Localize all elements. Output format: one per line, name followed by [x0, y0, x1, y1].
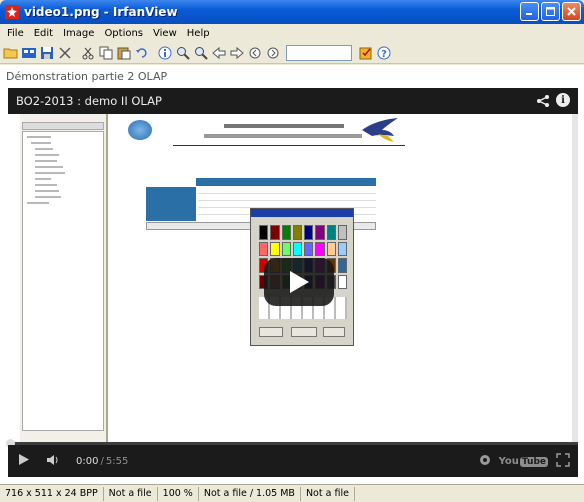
status-file-extra: Not a file [301, 486, 355, 501]
palette-swatch [270, 241, 280, 256]
first-icon[interactable] [246, 44, 263, 62]
palette-help-button [323, 327, 345, 337]
slide-scrollbar [572, 114, 578, 442]
volume-button[interactable] [46, 454, 62, 469]
university-logo [128, 120, 152, 140]
slideshow-icon[interactable] [357, 44, 374, 62]
menu-edit[interactable]: Edit [29, 28, 58, 39]
save-icon[interactable] [38, 44, 55, 62]
paste-icon[interactable] [115, 44, 132, 62]
youtube-logo-you: You [498, 456, 519, 467]
menu-options[interactable]: Options [99, 28, 148, 39]
palette-swatch [337, 274, 347, 289]
palette-swatch [281, 241, 291, 256]
player-controls: 0:00 / 5:55 You Tube [8, 445, 578, 477]
info-icon[interactable] [156, 44, 173, 62]
player-header: BO2-2013 : demo II OLAP i [8, 88, 578, 114]
minimize-icon [526, 13, 532, 15]
window-title: video1.png - IrfanView [24, 5, 178, 19]
zoom-in-icon[interactable] [174, 44, 191, 62]
player-title[interactable]: BO2-2013 : demo II OLAP [16, 94, 162, 108]
volume-icon [47, 454, 58, 465]
menu-help[interactable]: Help [182, 28, 215, 39]
palette-swatch [292, 241, 302, 256]
thumbnails-icon[interactable] [20, 44, 37, 62]
youtube-logo-tube: Tube [519, 456, 548, 467]
palette-swatch [326, 225, 336, 240]
palette-swatch [292, 225, 302, 240]
palette-cancel-button [291, 327, 317, 337]
open-folder-icon[interactable] [2, 44, 19, 62]
image-canvas: Démonstration partie 2 OLAP BO2-2013 : d… [0, 65, 584, 484]
palette-swatch [337, 225, 347, 240]
maximize-icon [546, 7, 555, 16]
palette-swatch [337, 258, 347, 273]
status-file-size: Not a file / 1.05 MB [199, 486, 301, 501]
play-icon [19, 454, 29, 465]
gear-icon [479, 455, 490, 465]
video-page-title: Démonstration partie 2 OLAP [0, 65, 584, 87]
slide-tree [22, 131, 104, 431]
last-icon[interactable] [264, 44, 281, 62]
fullscreen-icon [556, 453, 570, 467]
palette-swatch [281, 225, 291, 240]
palette-ok-button [259, 327, 283, 337]
current-time: 0:00 [76, 455, 99, 467]
svg-text:?: ? [381, 49, 387, 60]
menu-bar: File Edit Image Options View Help [0, 24, 584, 42]
palette-swatch [315, 225, 325, 240]
fullscreen-button[interactable] [556, 453, 570, 470]
palette-swatch [326, 241, 336, 256]
info-icon[interactable]: i [556, 93, 570, 107]
next-icon[interactable] [228, 44, 245, 62]
palette-swatch [304, 241, 314, 256]
play-button[interactable] [264, 258, 334, 306]
palette-swatch [337, 241, 347, 256]
cut-icon[interactable] [79, 44, 96, 62]
toolbar: ? [0, 42, 584, 64]
maximize-button[interactable] [541, 2, 560, 21]
slide-subheading-line [204, 134, 362, 138]
slide-sidebar-tabs [22, 122, 104, 130]
play-icon [290, 271, 309, 293]
menu-image[interactable]: Image [58, 28, 99, 39]
menu-view[interactable]: View [148, 28, 182, 39]
search-input[interactable] [286, 44, 352, 61]
palette-swatch [259, 241, 269, 256]
status-zoom: 100 % [158, 486, 199, 501]
menu-file[interactable]: File [2, 28, 29, 39]
palette-swatch [259, 225, 269, 240]
table-header [196, 178, 376, 186]
irfanview-app-icon [4, 4, 20, 20]
close-icon [567, 7, 576, 16]
undo-icon[interactable] [133, 44, 150, 62]
slide-heading-line [224, 124, 344, 128]
status-dimensions: 716 x 511 x 24 BPP [0, 486, 104, 501]
play-control-button[interactable] [18, 453, 30, 469]
status-file: Not a file [104, 486, 158, 501]
status-bar: 716 x 511 x 24 BPP Not a file 100 % Not … [0, 484, 584, 502]
close-button[interactable] [562, 2, 581, 21]
time-separator: / [100, 455, 104, 467]
help-icon[interactable]: ? [375, 44, 392, 62]
copy-icon[interactable] [97, 44, 114, 62]
share-icon[interactable] [536, 94, 550, 111]
slide-sidebar [20, 114, 108, 442]
total-time: 5:55 [105, 455, 129, 467]
delete-icon[interactable] [56, 44, 73, 62]
window-titlebar[interactable]: video1.png - IrfanView [0, 0, 584, 24]
video-player[interactable]: BO2-2013 : demo II OLAP i 0:00 / 5:55 Yo… [6, 88, 578, 477]
settings-gear-button[interactable] [479, 454, 491, 469]
youtube-logo[interactable]: You Tube [499, 456, 548, 467]
zoom-out-icon[interactable] [192, 44, 209, 62]
minimize-button[interactable] [520, 2, 539, 21]
video-frame [8, 114, 578, 442]
previous-icon[interactable] [210, 44, 227, 62]
bird-logo [362, 118, 398, 142]
palette-swatch [270, 225, 280, 240]
palette-swatch [304, 225, 314, 240]
table-row-headers [146, 187, 196, 221]
palette-swatch [315, 241, 325, 256]
